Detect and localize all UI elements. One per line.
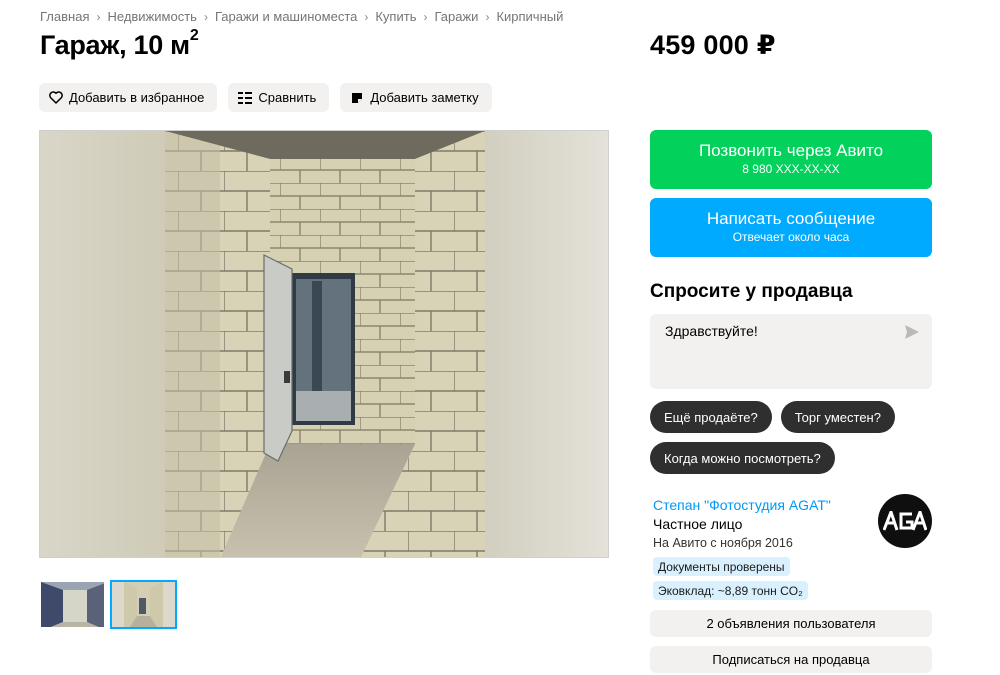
chevron-right-icon: ›: [364, 9, 369, 24]
call-button-label: Позвонить через Авито: [698, 141, 884, 160]
eco-contribution-badge[interactable]: Эковклад: ~8,89 тонн CO₂: [653, 581, 808, 600]
seller-type: Частное лицо: [653, 516, 743, 532]
breadcrumb-home[interactable]: Главная: [40, 9, 89, 24]
subscribe-seller-button[interactable]: Подписаться на продавца: [650, 646, 932, 673]
chevron-right-icon: ›: [423, 9, 428, 24]
add-note-button[interactable]: Добавить заметку: [340, 83, 492, 112]
chevron-right-icon: ›: [203, 9, 208, 24]
breadcrumb-brick[interactable]: Кирпичный: [496, 9, 563, 24]
listing-actions: Добавить в избранное Сравнить Добавить з…: [39, 83, 492, 112]
chevron-right-icon: ›: [96, 9, 101, 24]
documents-verified-badge: Документы проверены: [653, 557, 790, 576]
compare-icon: [238, 91, 253, 105]
seller-name-link[interactable]: Степан "Фотостудия AGAT": [653, 497, 831, 513]
add-note-label: Добавить заметку: [370, 90, 479, 105]
add-to-favorites-button[interactable]: Добавить в избранное: [39, 83, 218, 112]
breadcrumb-buy[interactable]: Купить: [375, 9, 416, 24]
ask-seller-title: Спросите у продавца: [650, 281, 853, 302]
chevron-right-icon: ›: [485, 9, 490, 24]
add-to-favorites-label: Добавить в избранное: [69, 90, 205, 105]
thumbnail-1-image: [41, 582, 104, 627]
seller-since: На Авито с ноября 2016: [653, 536, 793, 550]
message-button-label: Написать сообщение: [706, 209, 876, 228]
thumbnail-1[interactable]: [39, 580, 106, 629]
page-title-superscript: 2: [189, 27, 199, 44]
breadcrumb-real-estate[interactable]: Недвижимость: [107, 9, 196, 24]
chip-when-to-view[interactable]: Когда можно посмотреть?: [650, 442, 835, 474]
compare-label: Сравнить: [258, 90, 317, 105]
agat-logo: [883, 511, 927, 531]
breadcrumb-garages[interactable]: Гаражи: [434, 9, 478, 24]
message-button-response-time: Отвечает около часа: [732, 230, 850, 244]
user-ads-button[interactable]: 2 объявления пользователя: [650, 610, 932, 637]
chip-bargain[interactable]: Торг уместен?: [780, 401, 895, 433]
main-photo[interactable]: [39, 130, 609, 558]
garage-corridor-photo: [40, 131, 608, 557]
listing-price: 459 000 ₽: [650, 30, 776, 60]
quick-questions: Ещё продаёте? Торг уместен? Когда можно …: [650, 401, 950, 474]
call-via-avito-button[interactable]: Позвонить через Авито 8 980 XXX-XX-XX: [650, 130, 932, 189]
send-icon[interactable]: [903, 323, 921, 341]
seller-avatar[interactable]: [878, 494, 932, 548]
photo-thumbnails: [39, 580, 177, 629]
write-message-button[interactable]: Написать сообщение Отвечает около часа: [650, 198, 932, 257]
seller-message-input[interactable]: [650, 314, 932, 389]
note-icon: [350, 91, 364, 105]
thumbnail-2-image: [112, 582, 175, 627]
heart-icon: [49, 91, 63, 105]
page-title-text: Гараж, 10 м: [40, 30, 190, 60]
call-button-phone: 8 980 XXX-XX-XX: [742, 162, 840, 176]
chip-still-selling[interactable]: Ещё продаёте?: [650, 401, 772, 433]
page-title: Гараж, 10 м2: [40, 27, 199, 61]
breadcrumb-garages-parking[interactable]: Гаражи и машиноместа: [215, 9, 357, 24]
breadcrumb: Главная › Недвижимость › Гаражи и машино…: [40, 9, 563, 24]
thumbnail-2[interactable]: [110, 580, 177, 629]
compare-button[interactable]: Сравнить: [228, 83, 330, 112]
